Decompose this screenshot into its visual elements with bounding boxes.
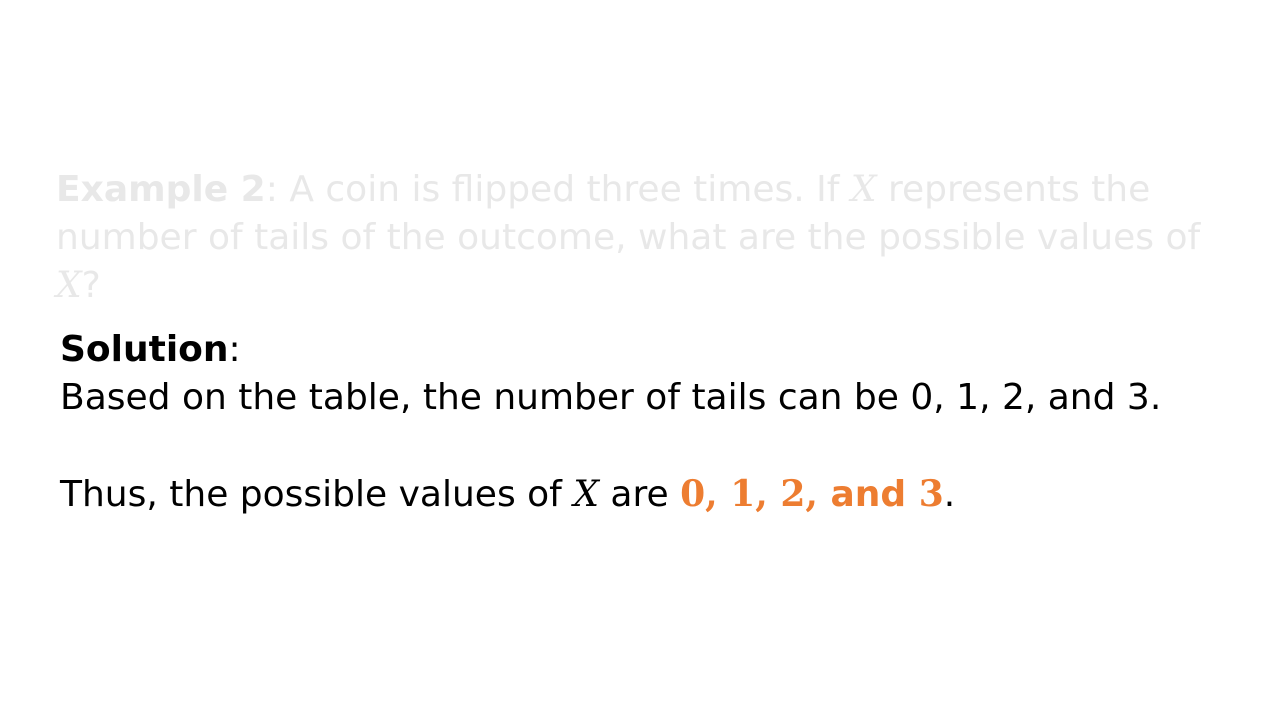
highlighted-answer: 0, 1, 2, and 3 [680,473,944,515]
answer-and: and [830,474,919,515]
problem-variable-x-1: X [850,169,877,210]
solution-line-2: Thus, the possible values of X are 0, 1,… [60,470,1240,519]
answer-value-3: 3 [918,473,944,515]
answer-value-0: 0 [680,473,706,515]
answer-value-2: 2 [780,473,806,515]
answer-comma-1: , [755,473,781,515]
answer-comma-2: , [805,473,831,515]
problem-text-part-3: ? [81,265,101,306]
solution-heading: Solution: [60,326,1240,374]
solution-block: Solution: Based on the table, the number… [60,326,1240,519]
answer-value-1: 1 [730,473,756,515]
example-label: Example 2 [56,169,266,210]
solution-label: Solution [60,329,229,370]
conclusion-mid: are [598,474,681,515]
slide: Example 2: A coin is flipped three times… [0,0,1280,720]
conclusion-variable-x: X [573,474,599,515]
problem-variable-x-2: X [56,265,82,306]
conclusion-prefix: Thus, the possible values of [60,474,574,515]
example-label-separator: : [265,169,290,210]
problem-text-part-1: A coin is flipped three times. If [289,169,851,210]
conclusion-period: . [943,474,956,515]
problem-statement: Example 2: A coin is flipped three times… [56,166,1216,310]
solution-label-separator: : [228,329,241,370]
answer-comma-0: , [705,473,731,515]
solution-line-1: Based on the table, the number of tails … [60,377,1162,418]
